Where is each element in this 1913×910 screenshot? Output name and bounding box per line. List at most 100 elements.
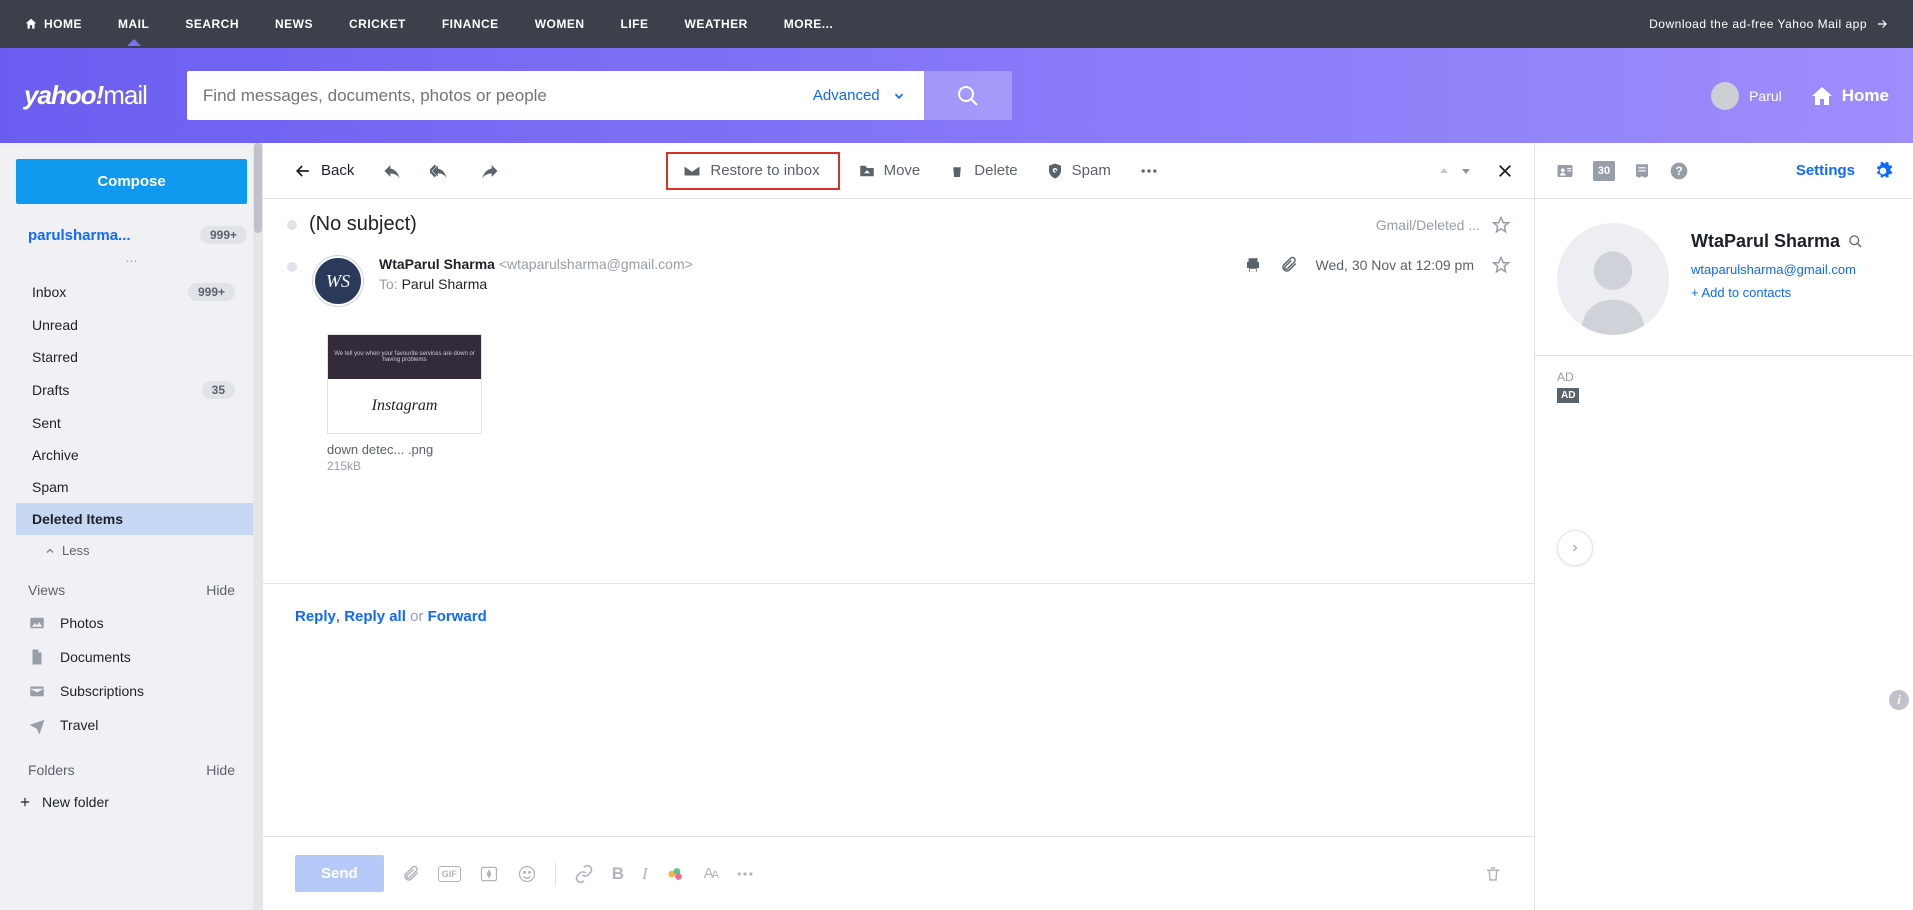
close-icon[interactable]: [1496, 162, 1514, 180]
account-more[interactable]: …: [16, 248, 247, 275]
ad-badge: AD: [1557, 388, 1579, 403]
reply-icon-button[interactable]: [372, 155, 412, 187]
forward-icon-button[interactable]: [470, 155, 510, 187]
link-icon[interactable]: [574, 864, 594, 884]
avatar-icon: [1711, 82, 1739, 110]
compose-button[interactable]: Compose: [16, 159, 247, 204]
gear-icon[interactable]: [1873, 161, 1893, 181]
nav-cricket[interactable]: CRICKET: [349, 17, 406, 31]
yahoo-mail-logo[interactable]: yahoo!mail: [24, 80, 147, 111]
nav-home[interactable]: HOME: [24, 17, 82, 31]
documents-icon: [28, 648, 46, 666]
forward-icon: [480, 161, 500, 181]
view-documents[interactable]: Documents: [16, 640, 247, 674]
nav-mail[interactable]: MAIL: [118, 17, 149, 31]
forward-link[interactable]: Forward: [428, 608, 487, 625]
view-subscriptions[interactable]: Subscriptions: [16, 674, 247, 708]
folder-sent[interactable]: Sent: [0, 407, 263, 439]
contact-email[interactable]: wtaparulsharma@gmail.com: [1691, 262, 1863, 277]
account-name[interactable]: parulsharma...: [28, 227, 131, 244]
next-message-icon[interactable]: [1460, 165, 1472, 177]
sender-avatar: WS: [313, 256, 363, 306]
search-box: Advanced: [187, 71, 1012, 120]
sidebar-scrollbar[interactable]: [253, 143, 263, 910]
message-pane: Back Restore to inbox Move Delete: [263, 143, 1535, 910]
folder-drafts[interactable]: Drafts35: [0, 373, 263, 407]
contact-name: WtaParul Sharma: [1691, 231, 1840, 252]
discard-icon[interactable]: [1484, 865, 1502, 883]
reply-link[interactable]: Reply: [295, 608, 336, 625]
view-photos[interactable]: Photos: [16, 606, 247, 640]
calendar-icon[interactable]: 30: [1593, 161, 1615, 181]
nav-weather[interactable]: WEATHER: [685, 17, 748, 31]
reply-icon: [382, 161, 402, 181]
folder-inbox[interactable]: Inbox999+: [0, 275, 263, 309]
folders-hide[interactable]: Hide: [206, 762, 235, 778]
star-icon[interactable]: [1492, 256, 1510, 274]
attachment-card[interactable]: We tell you when your favourite services…: [327, 334, 482, 473]
download-app-link[interactable]: Download the ad-free Yahoo Mail app: [1649, 17, 1889, 31]
move-button[interactable]: Move: [848, 156, 931, 186]
contact-avatar: [1557, 223, 1669, 335]
next-button[interactable]: [1557, 530, 1593, 566]
notepad-icon[interactable]: [1633, 162, 1651, 180]
help-icon[interactable]: ?: [1669, 161, 1689, 181]
star-icon[interactable]: [1492, 216, 1510, 234]
advanced-search[interactable]: Advanced: [795, 71, 924, 120]
prev-message-icon[interactable]: [1438, 165, 1450, 177]
attachment-icon[interactable]: [1280, 256, 1298, 274]
views-hide[interactable]: Hide: [206, 582, 235, 598]
card-icon[interactable]: [479, 864, 499, 884]
back-button[interactable]: Back: [283, 155, 364, 187]
delete-button[interactable]: Delete: [938, 156, 1027, 186]
nav-search[interactable]: SEARCH: [185, 17, 239, 31]
chevron-right-icon: [1569, 542, 1581, 554]
gif-icon[interactable]: GIF: [438, 866, 461, 882]
reply-all-icon-button[interactable]: [420, 155, 462, 187]
more-format-icon[interactable]: [735, 864, 755, 884]
reply-all-link[interactable]: Reply all: [344, 608, 406, 625]
settings-link[interactable]: Settings: [1796, 162, 1855, 179]
svg-text:?: ?: [1675, 165, 1682, 178]
folder-starred[interactable]: Starred: [0, 341, 263, 373]
less-toggle[interactable]: Less: [16, 535, 247, 574]
search-icon[interactable]: [1848, 234, 1863, 249]
search-button[interactable]: [924, 71, 1012, 120]
nav-news[interactable]: NEWS: [275, 17, 313, 31]
folder-deleted-items[interactable]: Deleted Items: [16, 503, 263, 535]
reply-all-icon: [430, 161, 452, 181]
new-folder[interactable]: New folder: [16, 786, 247, 818]
more-actions-button[interactable]: [1129, 155, 1169, 187]
contacts-icon[interactable]: [1555, 162, 1575, 180]
color-icon[interactable]: [666, 864, 686, 884]
restore-to-inbox-button[interactable]: Restore to inbox: [672, 156, 829, 186]
top-nav: HOME MAIL SEARCH NEWS CRICKET FINANCE WO…: [0, 0, 1913, 48]
nav-life[interactable]: LIFE: [621, 17, 649, 31]
message-subject: (No subject): [309, 213, 417, 236]
print-icon[interactable]: [1244, 256, 1262, 274]
folder-unread[interactable]: Unread: [0, 309, 263, 341]
nav-more[interactable]: MORE...: [784, 17, 834, 31]
restore-icon: [682, 162, 702, 180]
person-icon: [1573, 245, 1653, 335]
font-size-icon[interactable]: AA: [704, 865, 717, 882]
arrow-right-icon: [1875, 17, 1889, 31]
spam-button[interactable]: Spam: [1036, 156, 1121, 186]
info-icon[interactable]: i: [1889, 690, 1909, 710]
emoji-icon[interactable]: [517, 864, 537, 884]
add-to-contacts[interactable]: + Add to contacts: [1691, 285, 1863, 300]
bold-icon[interactable]: B: [612, 864, 624, 884]
right-panel: 30 ? Settings WtaParul Sharma wtaparulsh…: [1535, 143, 1913, 910]
view-travel[interactable]: Travel: [16, 708, 247, 742]
folder-archive[interactable]: Archive: [0, 439, 263, 471]
search-input[interactable]: [187, 71, 795, 120]
header-home[interactable]: Home: [1810, 84, 1889, 108]
folder-spam[interactable]: Spam: [0, 471, 263, 503]
nav-finance[interactable]: FINANCE: [442, 17, 499, 31]
user-menu[interactable]: Parul: [1711, 82, 1782, 110]
send-button[interactable]: Send: [295, 855, 384, 892]
nav-women[interactable]: WOMEN: [535, 17, 585, 31]
photos-icon: [28, 614, 46, 632]
attach-icon[interactable]: [402, 865, 420, 883]
italic-icon[interactable]: I: [642, 864, 648, 884]
